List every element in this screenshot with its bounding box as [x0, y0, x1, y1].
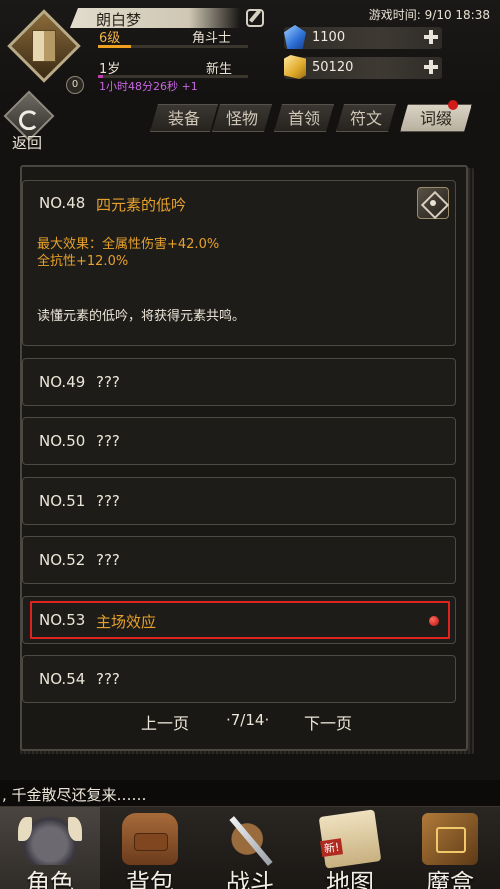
tab-monsters[interactable]: 怪物: [212, 104, 272, 132]
affix-entry[interactable]: NO.49 ???: [22, 358, 456, 406]
sword-shield-icon: [222, 813, 278, 865]
helmet-icon: [18, 813, 82, 865]
entry-number: NO.49: [39, 373, 86, 391]
entry-title: ???: [96, 492, 120, 510]
avatar[interactable]: 0: [7, 9, 84, 94]
entry-highlight-box: [30, 601, 450, 639]
entry-effect-resist: 全抗性+12.0%: [37, 254, 129, 269]
affix-entry[interactable]: NO.52 ???: [22, 536, 456, 584]
back-button[interactable]: 返回: [3, 90, 56, 152]
entry-title: ???: [96, 670, 120, 688]
affix-entry[interactable]: NO.54 ???: [22, 655, 456, 703]
level-progress-fill: [98, 45, 131, 48]
nav-label: 背包: [126, 869, 174, 889]
age-timer: 1小时48分26秒 +1: [99, 80, 198, 93]
entry-description: 读懂元素的低吟，将获得元素共鸣。: [37, 309, 246, 324]
tab-bosses[interactable]: 首领: [274, 104, 334, 132]
page-indicator: ·7/14·: [226, 711, 270, 729]
affix-entry[interactable]: NO.51 ???: [22, 477, 456, 525]
affix-entry-expanded[interactable]: NO.48 四元素的低吟 最大效果：全属性伤害+42.0% 全抗性+12.0% …: [22, 180, 456, 346]
player-level: 6级: [99, 31, 121, 46]
element-rune-icon: [417, 187, 449, 219]
gold-amount: 50120: [312, 60, 354, 75]
gem-amount: 1100: [312, 30, 346, 45]
nav-label: 地图: [326, 869, 374, 889]
map-scroll-icon: [318, 809, 382, 869]
tab-affixes[interactable]: 词缀: [400, 104, 472, 132]
entry-title: ???: [96, 432, 120, 450]
entry-number: NO.52: [39, 551, 86, 569]
nav-label: 战斗: [226, 869, 274, 889]
pagination: 上一页 ·7/14· 下一页: [0, 710, 500, 734]
gem-currency: 1100: [284, 25, 442, 49]
tab-notification-dot: [448, 100, 458, 110]
entry-number: NO.54: [39, 670, 86, 688]
edit-name-icon[interactable]: [246, 9, 264, 27]
back-label: 返回: [12, 134, 43, 152]
avatar-badge: 0: [66, 76, 84, 94]
nav-map[interactable]: 地图: [300, 807, 400, 889]
player-class: 角斗士: [192, 31, 232, 46]
entry-title: 四元素的低吟: [96, 196, 187, 214]
nav-label: 魔盒: [426, 869, 474, 889]
nav-backpack[interactable]: 背包: [100, 807, 200, 889]
affix-entry[interactable]: NO.50 ???: [22, 417, 456, 465]
backpack-icon: [122, 813, 178, 865]
nav-battle[interactable]: 战斗: [200, 807, 300, 889]
entry-number: NO.48: [39, 194, 86, 212]
nav-label: 角色: [26, 869, 74, 889]
gold-currency: 50120: [284, 55, 442, 79]
entry-number: NO.50: [39, 432, 86, 450]
bottom-nav: 角色 背包 战斗 地图 魔盒: [0, 806, 500, 889]
blue-gem-icon: [284, 25, 306, 49]
game-time: 游戏时间: 9/10 18:38: [368, 8, 490, 22]
avatar-emblem-icon: [32, 30, 56, 62]
prev-page-button[interactable]: 上一页: [141, 710, 189, 734]
message-ticker: , 千金散尽还复来……: [0, 780, 500, 806]
level-progress-bar: [98, 45, 248, 48]
entry-number: NO.51: [39, 492, 86, 510]
entry-title: ???: [96, 373, 120, 391]
tab-runes[interactable]: 符文: [336, 104, 396, 132]
nav-character[interactable]: 角色: [0, 807, 100, 889]
magic-box-icon: [422, 813, 478, 865]
gold-gem-icon: [284, 55, 306, 79]
collection-tabs: 装备 怪物 首领 符文 词缀: [150, 104, 472, 132]
status-header: 0 朗白梦 6级 角斗士 1岁 新生 1小时48分26秒 +1 游戏时间: 9/…: [0, 0, 500, 100]
entry-title: ???: [96, 551, 120, 569]
nav-magic-box[interactable]: 魔盒: [400, 807, 500, 889]
add-gold-button[interactable]: [422, 58, 440, 76]
tab-equipment[interactable]: 装备: [150, 104, 218, 132]
add-gems-button[interactable]: [422, 28, 440, 46]
ticker-text: , 千金散尽还复来……: [2, 786, 147, 804]
next-page-button[interactable]: 下一页: [304, 710, 352, 734]
